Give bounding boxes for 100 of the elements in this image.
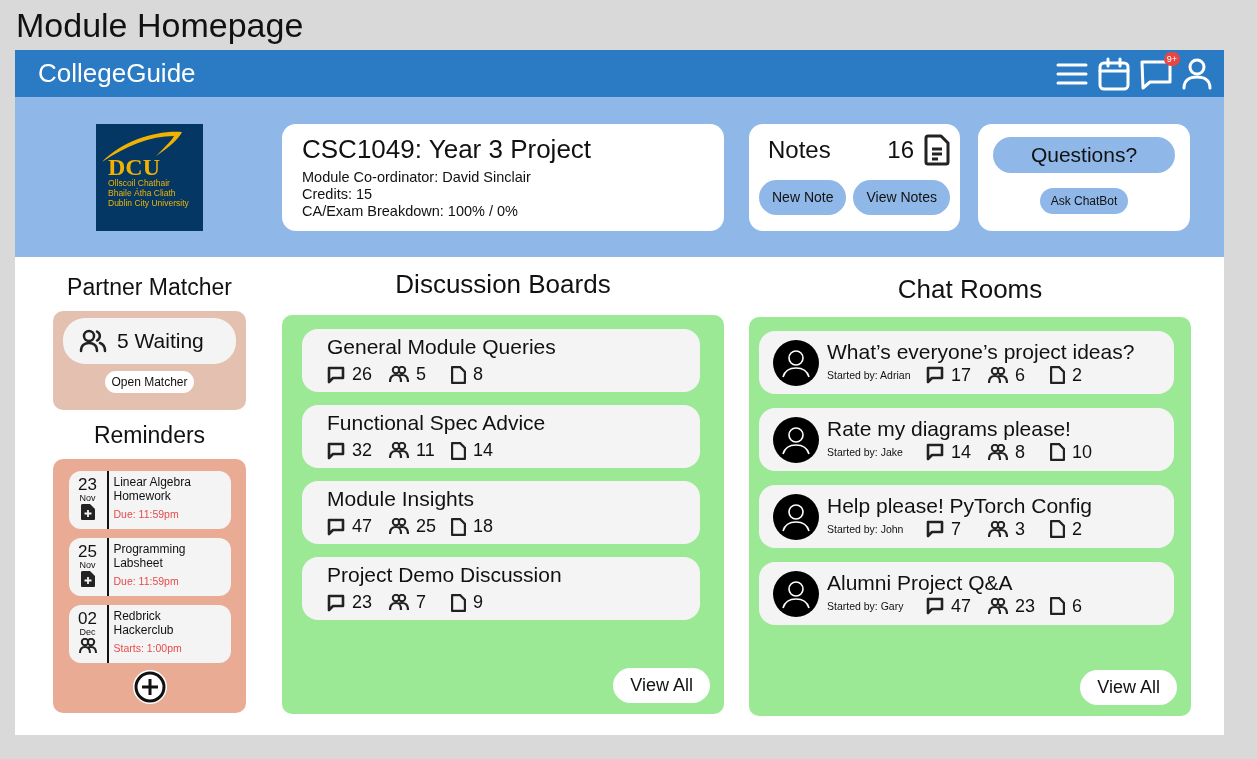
avatar-icon [773, 339, 819, 386]
reminder-month: Nov [79, 560, 96, 571]
file-icon [451, 365, 466, 384]
ask-chatbot-button[interactable]: Ask ChatBot [1039, 187, 1129, 214]
file-add-icon [80, 571, 95, 587]
chat-room-card[interactable]: Alumni Project Q&A Started by: Gary 47 23 6 [759, 562, 1174, 625]
section-title: Chat Rooms [896, 274, 1044, 305]
file-count: 2 [1072, 364, 1083, 386]
member-count: 3 [1015, 518, 1026, 540]
file-icon [1050, 520, 1065, 538]
waiting-count: 5 Waiting [117, 329, 204, 353]
module-detail: Credits: 15 [302, 185, 374, 203]
notes-label: Notes [768, 135, 832, 164]
chat-room-card[interactable]: What’s everyone’s project ideas? Started by: Adrian 17 6 2 [759, 331, 1174, 394]
chat-room-title: Rate my diagrams please! [827, 416, 1072, 441]
group-icon [988, 443, 1008, 461]
chat-room-title: Help please! PyTorch Config [827, 493, 1092, 518]
logo-letters: DCU [108, 155, 160, 178]
board-title: General Module Queries [327, 335, 557, 359]
group-icon [389, 518, 409, 535]
view-all-button[interactable]: View All [1080, 670, 1177, 705]
section-title: Reminders [92, 422, 207, 449]
discussion-board-card[interactable]: General Module Queries 26 5 8 [302, 329, 700, 392]
message-icon [926, 520, 944, 538]
started-by: Started by: John [827, 523, 905, 535]
message-count: 32 [352, 440, 374, 461]
message-icon [327, 517, 345, 536]
reminder-day: 25 [78, 543, 97, 560]
discussion-board-card[interactable]: Project Demo Discussion 23 7 9 [302, 557, 700, 620]
group-icon [988, 366, 1008, 384]
message-icon [926, 366, 944, 384]
module-title: CSC1049: Year 3 Project [302, 133, 593, 165]
reminder-time: Starts: 1:00pm [113, 642, 183, 654]
notes-button[interactable]: New Note [759, 179, 847, 215]
chat-room-card[interactable]: Rate my diagrams please! Started by: Jake 14 8 10 [759, 408, 1174, 471]
message-icon [327, 441, 345, 460]
calendar-icon[interactable] [1098, 56, 1130, 91]
member-count: 7 [416, 592, 427, 613]
file-icon [1050, 597, 1065, 615]
reminder-title: Linear Algebra Homework [113, 475, 192, 503]
group-icon [78, 638, 97, 654]
discussion-board-card[interactable]: Module Insights 47 25 18 [302, 481, 700, 544]
message-count: 17 [951, 364, 973, 386]
discussion-board-card[interactable]: Functional Spec Advice 32 11 14 [302, 405, 700, 468]
add-icon[interactable] [131, 669, 168, 705]
message-count: 47 [951, 595, 973, 617]
file-icon [451, 441, 466, 460]
member-count: 11 [416, 440, 436, 461]
reminder-day: 02 [78, 610, 97, 627]
message-icon [926, 597, 944, 615]
member-count: 5 [416, 364, 427, 385]
file-icon [451, 593, 466, 612]
message-count: 23 [352, 592, 374, 613]
file-count: 8 [473, 364, 484, 385]
reminder-time: Due: 11:59pm [113, 508, 180, 520]
message-icon [327, 593, 345, 612]
started-by: Started by: Jake [827, 446, 904, 458]
logo-line: Dublin City University [108, 197, 189, 208]
module-detail: CA/Exam Breakdown: 100% / 0% [302, 202, 519, 220]
group-icon [988, 520, 1008, 538]
group-icon [389, 442, 409, 459]
message-count: 26 [352, 364, 374, 385]
message-count: 14 [951, 441, 973, 463]
file-count: 6 [1072, 595, 1083, 617]
member-count: 8 [1015, 441, 1026, 463]
file-count: 9 [473, 592, 484, 613]
board-title: Project Demo Discussion [327, 563, 563, 587]
group-icon [389, 594, 409, 611]
file-count: 18 [473, 516, 494, 537]
page-title: Module Homepage [15, 5, 305, 46]
reminder-month: Dec [79, 627, 96, 638]
chat-room-card[interactable]: Help please! PyTorch Config Started by: John 7 3 2 [759, 485, 1174, 548]
open-matcher-button[interactable]: Open Matcher [105, 371, 194, 393]
board-title: Module Insights [327, 487, 476, 511]
view-all-button[interactable]: View All [613, 668, 710, 703]
file-icon [1050, 443, 1065, 461]
started-by: Started by: Gary [827, 600, 905, 612]
file-icon [451, 517, 466, 536]
chat-room-title: Alumni Project Q&A [827, 570, 1014, 595]
notes-button[interactable]: View Notes [853, 179, 950, 215]
reminder-title: Programming Labsheet [113, 542, 187, 570]
message-count: 7 [951, 518, 962, 540]
brand-name: CollegeGuide [38, 58, 196, 89]
section-title: Discussion Boards [394, 269, 612, 300]
member-count: 25 [416, 516, 438, 537]
user-icon[interactable] [1182, 57, 1212, 90]
section-title: Partner Matcher [66, 274, 233, 301]
member-count: 6 [1015, 364, 1026, 386]
reminder-day: 23 [78, 476, 97, 493]
message-icon [926, 443, 944, 461]
avatar-icon [773, 570, 819, 617]
group-icon [79, 329, 107, 353]
file-icon [1050, 366, 1065, 384]
member-count: 23 [1015, 595, 1037, 617]
avatar-icon [773, 493, 819, 540]
chat-room-title: What’s everyone’s project ideas? [827, 339, 1135, 364]
reminder-month: Nov [79, 493, 96, 504]
questions-button[interactable]: Questions? [993, 136, 1175, 173]
file-count: 14 [473, 440, 494, 461]
file-count: 2 [1072, 518, 1083, 540]
